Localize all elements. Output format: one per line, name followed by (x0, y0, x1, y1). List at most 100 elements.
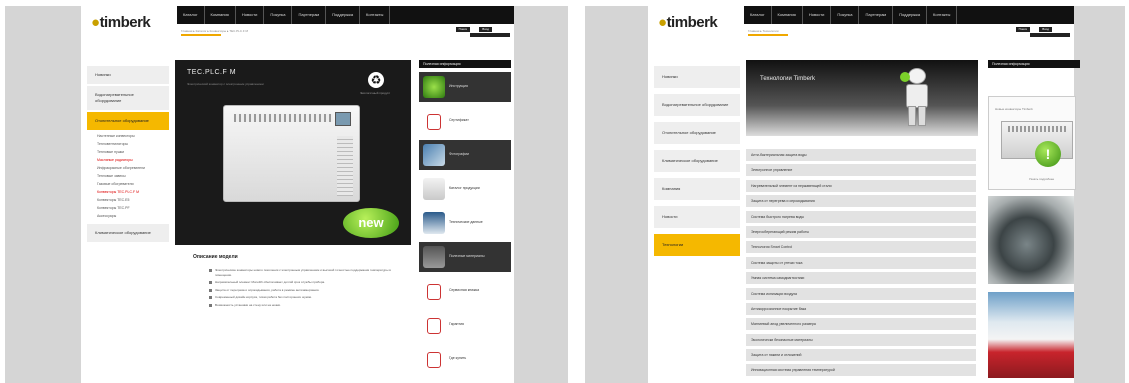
sidebar-sub-item[interactable]: Газовые обогреватели (87, 180, 169, 188)
description-title: Описание модели (193, 254, 238, 260)
breadcrumb-underline (181, 34, 221, 36)
sidebar-sub-item[interactable]: Инфракрасные обогреватели (87, 164, 169, 172)
top-nav-item[interactable]: Поддержка (893, 6, 928, 24)
logo-text: timberk (99, 14, 151, 31)
sidebar-item[interactable]: Климатическое оборудование (654, 150, 740, 174)
info-block[interactable]: Каталог продукции (419, 174, 511, 204)
info-thumbnail (423, 246, 445, 268)
robot-head (908, 68, 926, 84)
technology-row[interactable]: Умная система самодиагностики (746, 272, 976, 285)
info-block[interactable]: Сервисная книжка (419, 276, 511, 306)
top-nav-item[interactable]: Каталог (744, 6, 772, 24)
login-button[interactable]: Вход (1039, 27, 1052, 32)
top-nav-item[interactable]: Контакты (927, 6, 958, 24)
sidebar-sub-item[interactable]: Конвекторы TEC.PF (87, 204, 169, 212)
sidebar-sub-item[interactable]: Аксессуары (87, 212, 169, 220)
info-block-label: Каталог продукции (449, 186, 480, 190)
exclamation-icon: ! (1035, 141, 1061, 167)
sidebar-sub-item[interactable]: Конвекторы TEC.E5 (87, 196, 169, 204)
robot-body (906, 84, 928, 108)
search-input[interactable] (1030, 33, 1070, 37)
robot-leg-left (908, 106, 916, 126)
top-nav-item[interactable]: Поддержка (326, 6, 361, 24)
recycle-icon: ♻ (368, 72, 384, 88)
description-bullet: Электрические конвекторы нового поколени… (209, 268, 405, 277)
info-block-label: Инструкция (449, 84, 468, 88)
technology-row[interactable]: Экологически безопасные материалы (746, 333, 976, 346)
right-top-navigation: Каталог Компания Новости Покупка Партнерам По… (744, 6, 1074, 24)
technology-row[interactable]: Система ионизации воздуха (746, 287, 976, 300)
pdf-icon (427, 284, 441, 300)
heater-side-vent (337, 136, 353, 196)
info-block[interactable]: Полезные материалы (419, 242, 511, 272)
promo-card[interactable]: Новые конвекторы Timberk ! Узнать подроб… (988, 96, 1076, 190)
technology-row[interactable]: Система быстрого нагрева воды (746, 210, 976, 223)
sidebar-item[interactable]: Компания (654, 178, 740, 202)
top-nav-item[interactable]: Покупка (831, 6, 860, 24)
sidebar-item[interactable]: Новинки (87, 66, 169, 86)
breadcrumb[interactable]: Главная ▸ Технологии (748, 29, 779, 33)
technology-row[interactable]: Анти-бактериальная защита воды (746, 149, 976, 161)
pdf-icon (427, 318, 441, 334)
breadcrumb[interactable]: Главная ▸ Каталог ▸ Конвекторы ▸ TEC.PLC… (181, 29, 248, 33)
sidebar-item[interactable]: Водонагревательное оборудование (654, 94, 740, 118)
search-button[interactable]: Поиск (455, 27, 470, 32)
top-nav-item[interactable]: Новости (803, 6, 832, 24)
technology-row[interactable]: Защита от накипи и отложений (746, 349, 976, 362)
sidebar-sub-item[interactable]: Конвекторы TEC.PLC.F M (87, 188, 169, 196)
top-nav-item[interactable]: Партнерам (292, 6, 327, 24)
sidebar-item[interactable]: Отопительное оборудование (654, 122, 740, 146)
top-nav-item[interactable]: Компания (205, 6, 236, 24)
sidebar-item[interactable]: Водонагревательное оборудование (87, 86, 169, 112)
logo-mark-icon: ● (658, 14, 667, 31)
sidebar-item[interactable]: Новинки (654, 66, 740, 90)
technology-row[interactable]: Технология Smart Control (746, 241, 976, 254)
info-block-label: Сертификат (449, 118, 469, 122)
sidebar-item[interactable]: Технологии (654, 234, 740, 258)
info-thumbnail (423, 212, 445, 234)
sidebar-item[interactable]: Климатическое оборудование (87, 224, 169, 244)
top-nav-item[interactable]: Контакты (360, 6, 391, 24)
info-block[interactable]: Гарантия (419, 310, 511, 340)
sidebar-sub-item[interactable]: Тепловентиляторы (87, 140, 169, 148)
top-nav-item[interactable]: Покупка (264, 6, 293, 24)
sidebar-sub-item[interactable]: Настенные конвекторы (87, 132, 169, 140)
right-subbar: Главная ▸ Технологии Поиск Вход (744, 24, 1074, 38)
sidebar-sub-item[interactable]: Тепловые завесы (87, 172, 169, 180)
description-bullet: Современный дизайн корпуса, тихая работа… (209, 295, 405, 300)
technology-row[interactable]: Защита от перегрева и опрокидывания (746, 195, 976, 208)
technology-row[interactable]: Электронное управление (746, 164, 976, 177)
product-hero: TEC.PLC.F M Электрический конвектор с эл… (175, 60, 411, 245)
info-block[interactable]: Где купить (419, 344, 511, 374)
technology-row[interactable]: Система защиты от утечки тока (746, 256, 976, 269)
info-block-label: Сервисная книжка (449, 288, 480, 292)
info-block[interactable]: Инструкция (419, 72, 511, 102)
left-logo[interactable]: ●timberk (91, 14, 151, 31)
top-nav-item[interactable]: Новости (236, 6, 265, 24)
search-button[interactable]: Поиск (1015, 27, 1030, 32)
technology-row[interactable]: Нагревательный элемент из нержавеющей ст… (746, 179, 976, 192)
right-logo[interactable]: ●timberk (658, 14, 718, 31)
top-nav-item[interactable]: Каталог (177, 6, 205, 24)
sidebar-sub-item[interactable]: Масляные радиаторы (87, 156, 169, 164)
sidebar-item[interactable]: Новости (654, 206, 740, 230)
search-input[interactable] (470, 33, 510, 37)
info-block[interactable]: Фотографии (419, 140, 511, 170)
technology-row[interactable]: Энергосберегающий режим работы (746, 225, 976, 238)
top-nav-item[interactable]: Партнерам (859, 6, 894, 24)
top-nav-item[interactable]: Компания (772, 6, 803, 24)
technology-banner: Технологии Timberk (746, 60, 978, 136)
product-photo-2[interactable] (988, 292, 1074, 378)
login-button[interactable]: Вход (479, 27, 492, 32)
technology-row[interactable]: Магниевый анод увеличенного размера (746, 318, 976, 331)
info-block-label: Где купить (449, 356, 467, 360)
technology-row[interactable]: Антикоррозионное покрытие бака (746, 302, 976, 315)
technology-row[interactable]: Инновационная система управления темпера… (746, 364, 976, 377)
sidebar-item[interactable]: Отопительное оборудование (87, 112, 169, 132)
product-photo-1[interactable] (988, 196, 1074, 284)
info-block[interactable]: Сертификат (419, 106, 511, 136)
product-title: TEC.PLC.F M (187, 69, 237, 76)
info-block[interactable]: Технические данные (419, 208, 511, 238)
sidebar-sub-item[interactable]: Тепловые пушки (87, 148, 169, 156)
info-thumbnail (423, 178, 445, 200)
